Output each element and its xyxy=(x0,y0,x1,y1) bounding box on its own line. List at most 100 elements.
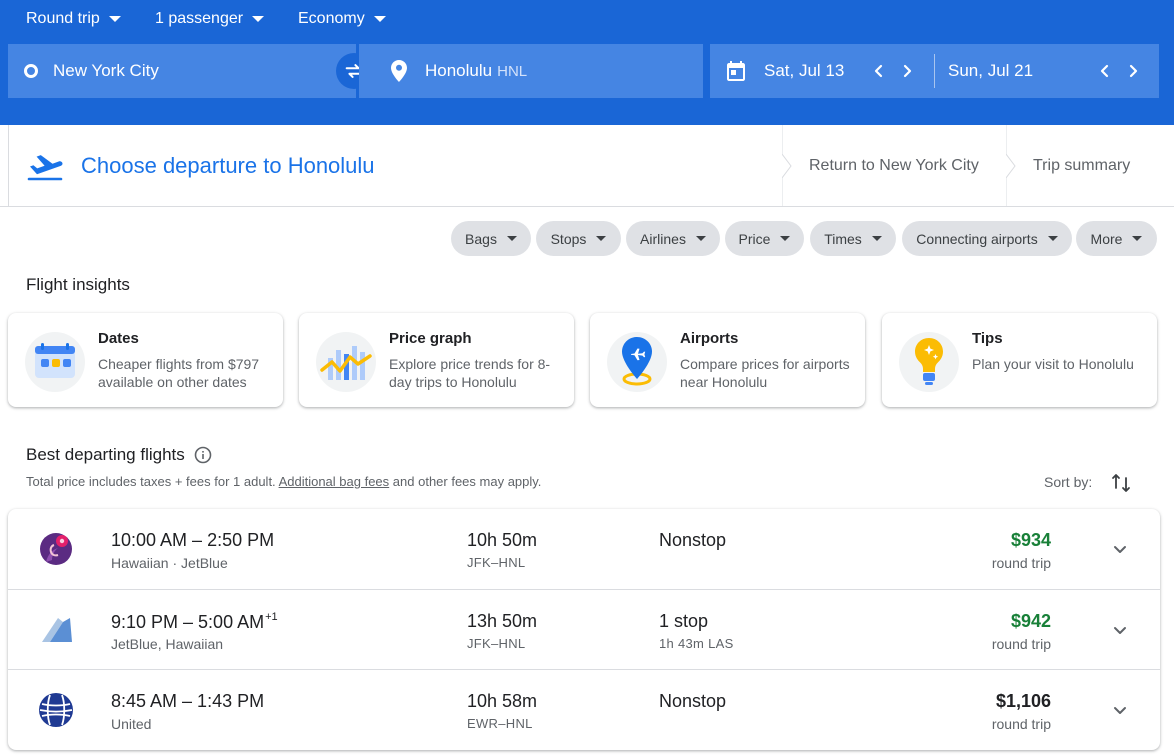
destination-value: Honolulu xyxy=(425,61,493,80)
return-date-field[interactable]: Sun, Jul 21 xyxy=(948,44,1033,98)
caret-down-icon xyxy=(871,236,882,241)
chevron-left-icon xyxy=(874,64,883,78)
insight-desc: Plan your visit to Honolulu xyxy=(972,356,1134,372)
caret-down-icon xyxy=(108,16,121,22)
chevron-right-icon xyxy=(1129,64,1138,78)
caret-down-icon xyxy=(695,236,706,241)
insight-desc: Cheaper flights from $797 available on o… xyxy=(98,356,260,390)
insight-title: Tips xyxy=(972,330,1003,347)
price-type: round trip xyxy=(991,636,1051,652)
bag-fees-link[interactable]: Additional bag fees xyxy=(279,474,390,489)
return-date: Sun, Jul 21 xyxy=(948,61,1034,80)
search-bar: Round trip 1 passenger Economy New York … xyxy=(0,0,1174,125)
return-prev-button[interactable] xyxy=(1093,59,1117,83)
expand-button[interactable] xyxy=(1108,698,1132,722)
insight-card-dates[interactable]: Dates Cheaper flights from $797 availabl… xyxy=(8,313,283,407)
flight-times: 10:00 AM – 2:50 PM xyxy=(111,530,274,551)
insight-title: Price graph xyxy=(389,330,472,347)
dates-field: Sat, Jul 13 Sun, Jul 21 xyxy=(710,44,1159,98)
filter-label: Airlines xyxy=(640,230,686,247)
trip-type-label: Round trip xyxy=(26,10,100,27)
step-return-label: Return to New York City xyxy=(809,157,979,174)
caret-down-icon xyxy=(1132,236,1143,241)
filter-connecting-airports[interactable]: Connecting airports xyxy=(902,221,1072,256)
price-graph-icon xyxy=(316,332,376,392)
flight-price: $942 xyxy=(1010,611,1051,631)
caret-down-icon xyxy=(252,16,265,22)
airline-name: JetBlue, Hawaiian xyxy=(111,636,224,652)
chevron-down-icon xyxy=(1114,627,1126,634)
jetblue-logo xyxy=(42,618,72,642)
expand-button[interactable] xyxy=(1108,537,1132,561)
insight-title: Airports xyxy=(680,330,739,347)
flight-times: 8:45 AM – 1:43 PM xyxy=(111,691,264,712)
filter-more[interactable]: More xyxy=(1076,221,1157,256)
destination-field[interactable]: Honolulu HNL xyxy=(359,44,703,98)
flight-duration: 13h 50m xyxy=(467,611,538,631)
price-type: round trip xyxy=(991,716,1051,732)
flight-times: 9:10 PM – 5:00 AM+1 xyxy=(111,611,278,633)
insight-desc: Compare prices for airports near Honolul… xyxy=(680,356,850,390)
hawaiian-logo xyxy=(40,533,72,565)
insight-card-airports[interactable]: Airports Compare prices for airports nea… xyxy=(590,313,865,407)
filter-times[interactable]: Times xyxy=(810,221,896,256)
lightbulb-icon xyxy=(899,332,959,392)
sort-icon[interactable] xyxy=(1110,472,1132,494)
departure-next-button[interactable] xyxy=(895,59,919,83)
origin-field[interactable]: New York City xyxy=(8,44,356,98)
filter-label: More xyxy=(1090,230,1123,247)
cabin-class-label: Economy xyxy=(298,10,365,27)
flight-stops: Nonstop xyxy=(659,691,727,711)
calendar-icon xyxy=(25,332,85,392)
price-note-suffix: and other fees may apply. xyxy=(392,474,542,489)
flight-route: JFK–HNL xyxy=(467,555,526,570)
flight-results-list: 10:00 AM – 2:50 PM Hawaiian · JetBlue 10… xyxy=(8,509,1160,750)
return-next-button[interactable] xyxy=(1121,59,1145,83)
flight-stops: 1 stop xyxy=(659,611,709,631)
chevron-down-icon xyxy=(1114,707,1126,714)
departure-prev-button[interactable] xyxy=(867,59,891,83)
insight-desc: Explore price trends for 8-day trips to … xyxy=(389,356,551,390)
flight-price: $934 xyxy=(1010,530,1051,550)
insight-card-price-graph[interactable]: Price graph Explore price trends for 8-d… xyxy=(299,313,574,407)
filter-label: Stops xyxy=(550,230,587,247)
step-choose-departure: Choose departure to Honolulu xyxy=(8,125,782,207)
passengers-dropdown[interactable]: 1 passenger xyxy=(155,9,265,29)
location-pin-icon xyxy=(389,59,409,83)
flight-times-text: 8:45 AM – 1:43 PM xyxy=(111,691,265,711)
flight-times-text: 9:10 PM – 5:00 AM xyxy=(111,612,265,632)
filter-airlines[interactable]: Airlines xyxy=(626,221,720,256)
departure-date: Sat, Jul 13 xyxy=(764,61,845,80)
results-heading: Best departing flights xyxy=(26,445,212,465)
filter-price[interactable]: Price xyxy=(725,221,804,256)
departure-date-field[interactable]: Sat, Jul 13 xyxy=(724,44,844,98)
flight-route: JFK–HNL xyxy=(467,636,526,651)
insight-card-tips[interactable]: Tips Plan your visit to Honolulu xyxy=(882,313,1157,407)
price-note: Total price includes taxes + fees for 1 … xyxy=(26,474,541,489)
flight-duration: 10h 58m xyxy=(467,691,538,711)
filter-bags[interactable]: Bags xyxy=(451,221,531,256)
flight-duration: 10h 50m xyxy=(467,530,538,550)
price-type: round trip xyxy=(991,555,1051,571)
united-logo xyxy=(39,693,73,727)
chevron-right-icon xyxy=(903,64,912,78)
layover-detail: 1h 43m LAS xyxy=(659,636,734,651)
flight-row[interactable]: 10:00 AM – 2:50 PM Hawaiian · JetBlue 10… xyxy=(8,509,1160,589)
filter-label: Price xyxy=(738,230,771,247)
expand-button[interactable] xyxy=(1108,618,1132,642)
insight-title: Dates xyxy=(98,330,139,347)
filter-stops[interactable]: Stops xyxy=(536,221,621,256)
results-heading-text: Best departing flights xyxy=(26,445,185,464)
flight-row[interactable]: 8:45 AM – 1:43 PM United 10h 58m EWR–HNL… xyxy=(8,669,1160,749)
trip-type-dropdown[interactable]: Round trip xyxy=(26,9,121,29)
airline-name: Hawaiian · JetBlue xyxy=(111,555,228,571)
sort-label: Sort by: xyxy=(1044,474,1093,490)
passengers-label: 1 passenger xyxy=(155,10,244,27)
step-trip-summary[interactable]: Trip summary xyxy=(1006,125,1174,207)
step-return[interactable]: Return to New York City xyxy=(782,125,1006,207)
info-icon[interactable] xyxy=(194,446,212,464)
booking-steps: Choose departure to Honolulu Return to N… xyxy=(0,125,1174,207)
cabin-class-dropdown[interactable]: Economy xyxy=(298,9,386,29)
flight-row[interactable]: 9:10 PM – 5:00 AM+1 JetBlue, Hawaiian 13… xyxy=(8,589,1160,669)
insights-heading: Flight insights xyxy=(26,275,130,294)
